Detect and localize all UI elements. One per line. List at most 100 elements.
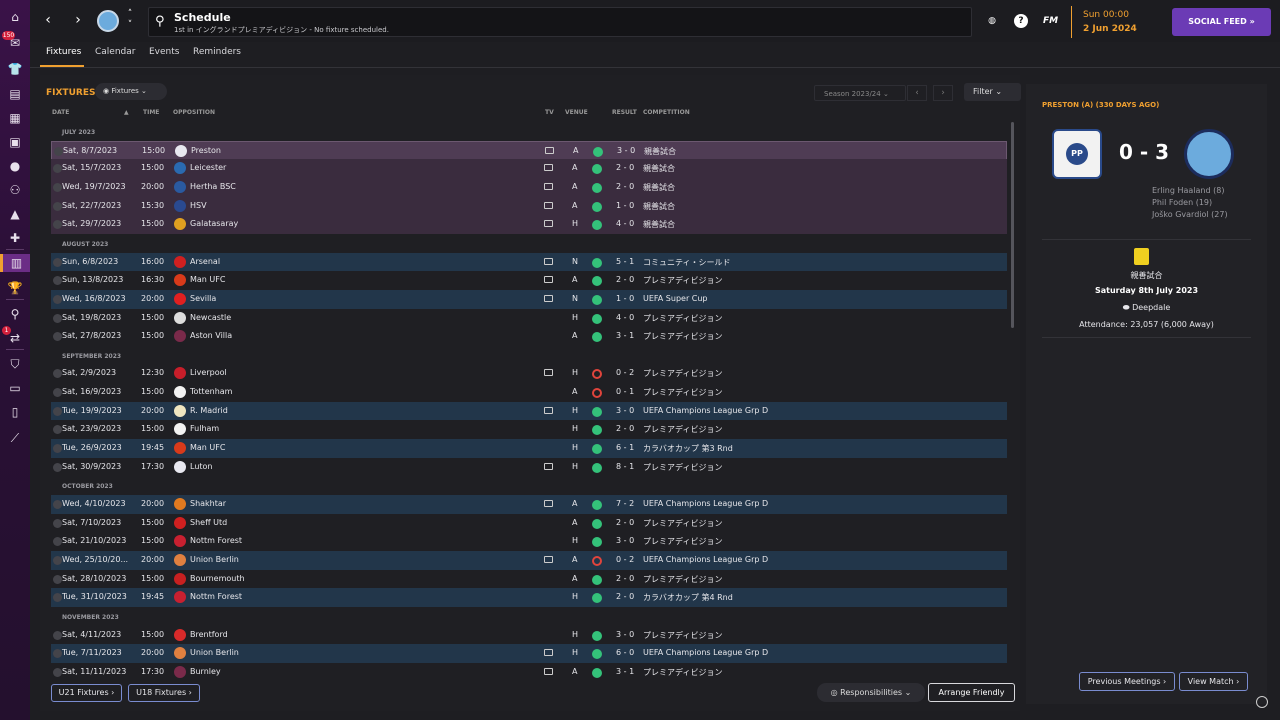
opponent-badge-icon[interactable] bbox=[174, 274, 186, 287]
fixture-opponent[interactable]: Tottenham bbox=[190, 387, 232, 396]
opponent-badge-icon[interactable] bbox=[174, 386, 186, 399]
fixture-competition[interactable]: プレミアディビジョン bbox=[643, 368, 722, 379]
opponent-badge-icon[interactable] bbox=[174, 199, 186, 212]
fixture-score[interactable]: 3 - 1 bbox=[616, 331, 634, 340]
fixture-row[interactable]: Tue, 7/11/2023 20:00 Union Berlin H 6 - 0 UEF… bbox=[51, 644, 1007, 664]
opponent-badge-icon[interactable] bbox=[174, 647, 186, 660]
fixture-opponent[interactable]: Bournemouth bbox=[190, 574, 245, 583]
row-select-icon[interactable] bbox=[53, 201, 62, 211]
row-select-icon[interactable] bbox=[53, 555, 62, 565]
tab-reminders[interactable]: Reminders bbox=[193, 47, 241, 57]
opponent-badge-icon[interactable] bbox=[174, 311, 186, 324]
fixture-row[interactable]: Sat, 19/8/2023 15:00 Newcastle H 4 - 0 プレミアディ… bbox=[51, 308, 1007, 328]
transfers-icon[interactable]: ⇄ bbox=[7, 330, 23, 346]
opponent-badge-icon[interactable] bbox=[174, 162, 186, 175]
clipboard-icon[interactable]: ▤ bbox=[7, 86, 23, 102]
opponent-badge-icon[interactable] bbox=[174, 367, 186, 380]
fixture-row[interactable]: Sat, 16/9/2023 15:00 Tottenham A 0 - 1 プレミアディ… bbox=[51, 383, 1007, 403]
row-select-icon[interactable] bbox=[53, 257, 62, 267]
fixture-row[interactable]: Sat, 23/9/2023 15:00 Fulham H 2 - 0 プレミアディビジョ… bbox=[51, 420, 1007, 440]
man-city-crest-icon[interactable] bbox=[1184, 129, 1234, 179]
fixture-row[interactable]: Sat, 11/11/2023 17:30 Burnley A 3 - 1 プレミアディビ… bbox=[51, 662, 1007, 682]
scorer[interactable]: Joško Gvardiol (27) bbox=[1152, 210, 1228, 219]
opponent-badge-icon[interactable] bbox=[174, 404, 186, 417]
scorer[interactable]: Phil Foden (19) bbox=[1152, 198, 1212, 207]
fixture-row[interactable]: Sat, 30/9/2023 17:30 Luton H 8 - 1 プレミアディビジョン bbox=[51, 457, 1007, 477]
row-select-icon[interactable] bbox=[54, 146, 63, 156]
fixture-competition[interactable]: 親善試合 bbox=[644, 146, 676, 157]
fixture-score[interactable]: 1 - 0 bbox=[616, 294, 634, 303]
hint-icon[interactable]: ◍ bbox=[985, 14, 999, 28]
fixture-competition[interactable]: UEFA Super Cup bbox=[643, 294, 708, 303]
opponent-badge-icon[interactable] bbox=[174, 255, 186, 268]
settings-icon[interactable] bbox=[1256, 696, 1268, 708]
arrow-icon[interactable]: ⟋ bbox=[7, 430, 23, 446]
fixture-competition[interactable]: UEFA Champions League Grp D bbox=[643, 499, 768, 508]
fixture-opponent[interactable]: Preston bbox=[191, 146, 221, 155]
fixture-competition[interactable]: UEFA Champions League Grp D bbox=[643, 648, 768, 657]
row-select-icon[interactable] bbox=[53, 294, 62, 304]
fixture-row[interactable]: Sat, 22/7/2023 15:30 HSV A 1 - 0 親善試合 bbox=[51, 196, 1007, 216]
scouting-icon[interactable]: ⚲ bbox=[7, 306, 23, 322]
fixture-score[interactable]: 3 - 0 bbox=[616, 536, 634, 545]
fm-logo[interactable]: FM bbox=[1043, 16, 1058, 26]
fixture-score[interactable]: 0 - 2 bbox=[616, 555, 634, 564]
fixture-opponent[interactable]: Luton bbox=[190, 462, 213, 471]
row-select-icon[interactable] bbox=[53, 388, 62, 398]
fixture-score[interactable]: 4 - 0 bbox=[616, 313, 634, 322]
fixture-row[interactable]: Tue, 31/10/2023 19:45 Nottm Forest H 2 - 0 カラ… bbox=[51, 588, 1007, 608]
fixture-competition[interactable]: プレミアディビジョン bbox=[643, 275, 722, 286]
dev-centre-icon[interactable]: ✚ bbox=[7, 230, 23, 246]
col-tv[interactable]: TV bbox=[545, 109, 554, 116]
fixture-opponent[interactable]: Hertha BSC bbox=[190, 182, 236, 191]
fixture-competition[interactable]: プレミアディビジョン bbox=[643, 518, 722, 529]
detail-title[interactable]: PRESTON (A) (330 DAYS AGO) bbox=[1042, 101, 1159, 109]
u21-fixtures-button[interactable]: U21 Fixtures › bbox=[51, 684, 122, 702]
row-select-icon[interactable] bbox=[53, 500, 62, 509]
fixture-opponent[interactable]: Fulham bbox=[190, 424, 219, 433]
medical-icon[interactable]: ▲ bbox=[7, 206, 23, 222]
finances-icon[interactable]: ▭ bbox=[7, 380, 23, 396]
fixture-opponent[interactable]: Sevilla bbox=[190, 294, 216, 303]
col-result[interactable]: RESULT bbox=[612, 109, 637, 116]
opponent-badge-icon[interactable] bbox=[174, 516, 186, 529]
filter-button[interactable]: Filter ⌄ bbox=[964, 83, 1021, 101]
search-bar[interactable]: ⚲ Schedule 1st in イングランドプレミアディビジョン - No … bbox=[148, 7, 972, 37]
opponent-badge-icon[interactable] bbox=[174, 460, 186, 473]
fixture-competition[interactable]: カラバオカップ 第3 Rnd bbox=[643, 443, 733, 454]
fixture-row[interactable]: Tue, 19/9/2023 20:00 R. Madrid H 3 - 0 UEFA C… bbox=[51, 401, 1007, 421]
fixture-competition[interactable]: プレミアディビジョン bbox=[643, 574, 722, 585]
fixture-competition[interactable]: プレミアディビジョン bbox=[643, 536, 722, 547]
opponent-badge-icon[interactable] bbox=[174, 553, 186, 566]
fixture-row[interactable]: Sat, 8/7/2023 15:00 Preston A 3 - 0 親善試合 bbox=[51, 140, 1007, 160]
fixture-opponent[interactable]: Man UFC bbox=[190, 443, 225, 452]
fixture-competition[interactable]: プレミアディビジョン bbox=[643, 667, 722, 678]
scorer[interactable]: Erling Haaland (8) bbox=[1152, 186, 1224, 195]
tab-fixtures[interactable]: Fixtures bbox=[46, 47, 81, 57]
col-date[interactable]: DATE bbox=[52, 109, 69, 116]
staff-icon[interactable]: ⚇ bbox=[7, 182, 23, 198]
back-icon[interactable]: ‹ bbox=[40, 12, 56, 30]
fixture-opponent[interactable]: Aston Villa bbox=[190, 331, 232, 340]
row-select-icon[interactable] bbox=[53, 182, 62, 192]
u18-fixtures-button[interactable]: U18 Fixtures › bbox=[128, 684, 200, 702]
opponent-badge-icon[interactable] bbox=[175, 144, 187, 157]
fixture-competition[interactable]: コミュニティ・シールド bbox=[643, 257, 731, 268]
col-time[interactable]: TIME bbox=[143, 109, 159, 116]
training-icon[interactable]: ● bbox=[7, 158, 23, 174]
row-select-icon[interactable] bbox=[53, 462, 62, 472]
fixture-opponent[interactable]: Nottm Forest bbox=[190, 536, 242, 545]
fixture-score[interactable]: 2 - 0 bbox=[616, 275, 634, 284]
fixture-score[interactable]: 6 - 1 bbox=[616, 443, 634, 452]
competitions-icon[interactable]: 🏆 bbox=[7, 280, 23, 296]
opponent-badge-icon[interactable] bbox=[174, 535, 186, 548]
help-icon[interactable]: ? bbox=[1014, 14, 1028, 28]
tactics-icon[interactable]: ▦ bbox=[7, 110, 23, 126]
fixture-opponent[interactable]: Union Berlin bbox=[190, 648, 239, 657]
row-select-icon[interactable] bbox=[53, 425, 62, 435]
previous-meetings-button[interactable]: Previous Meetings › bbox=[1079, 672, 1175, 691]
fixture-row[interactable]: Sat, 2/9/2023 12:30 Liverpool H 0 - 2 プレミアディビ… bbox=[51, 364, 1007, 384]
row-select-icon[interactable] bbox=[53, 537, 62, 547]
fixture-row[interactable]: Sun, 6/8/2023 16:00 Arsenal N 5 - 1 コミュニティ・シー… bbox=[51, 252, 1007, 272]
fixture-opponent[interactable]: HSV bbox=[190, 201, 207, 210]
